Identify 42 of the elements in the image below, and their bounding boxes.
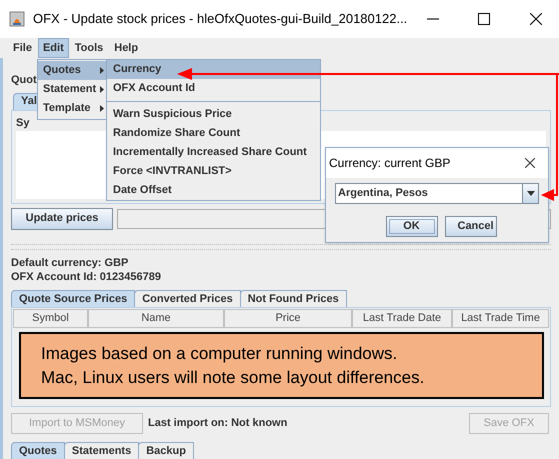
menu-item[interactable]: Force <INVTRANLIST>	[107, 162, 320, 181]
submenu-arrow-icon	[100, 105, 104, 112]
last-import-text: Last import on: Not known	[148, 416, 288, 432]
window-title: OFX - Update stock prices - hleOfxQuotes-gui-Build_20180122...	[33, 10, 408, 28]
menu-item[interactable]: Currency	[107, 60, 320, 79]
menu-item[interactable]: Edit	[38, 38, 69, 58]
submenu-arrow-icon	[100, 86, 104, 93]
note-text: Images based on a computer running windows. Mac, Linux users will note some layout differences.	[41, 342, 426, 388]
info-text: Default currency: GBP	[11, 256, 130, 270]
column-header[interactable]: Price	[224, 309, 352, 328]
panel-heading: Quot	[11, 73, 37, 88]
menu-item[interactable]: Randomize Share Count	[107, 124, 320, 143]
menu-item[interactable]: Help	[109, 38, 144, 58]
dialog-button[interactable]: Cancel	[444, 216, 496, 237]
close-icon[interactable]	[530, 13, 542, 25]
dropdown-arrow-icon	[526, 191, 534, 196]
tab[interactable]: Quotes	[11, 442, 65, 459]
group-label: Sy	[16, 116, 30, 130]
column-header[interactable]: Name	[88, 309, 224, 328]
dialog-title: Currency: current GBP	[329, 155, 450, 172]
close-icon[interactable]	[525, 158, 535, 168]
tab[interactable]: Not Found Prices	[240, 290, 347, 307]
tab[interactable]: Backup	[138, 442, 194, 459]
menu-item[interactable]: Warn Suspicious Price	[107, 105, 320, 124]
submenu-arrow-icon	[100, 67, 104, 74]
menu-item[interactable]: Quotes	[38, 61, 106, 80]
column-header[interactable]: Symbol	[13, 309, 88, 328]
currency-combo-box[interactable]: Argentina, Pesos	[335, 183, 539, 204]
column-header[interactable]: Last Trade Time	[452, 309, 549, 328]
dialog-button[interactable]: OK	[386, 216, 438, 237]
menu-item[interactable]: Incrementally Increased Share Count	[107, 143, 320, 162]
maximize-icon[interactable]	[478, 13, 490, 25]
tab[interactable]: Quote Source Prices	[11, 290, 136, 307]
menu-item[interactable]: File	[8, 38, 37, 58]
menu-item[interactable]: Date Offset	[107, 181, 320, 200]
app-icon	[9, 11, 25, 27]
update-prices-button[interactable]: Update prices	[11, 208, 113, 230]
menu-item[interactable]: OFX Account Id	[107, 79, 320, 98]
menu-item[interactable]: Tools	[70, 38, 108, 58]
column-header[interactable]: Last Trade Date	[352, 309, 452, 328]
combo-value: Argentina, Pesos	[337, 186, 429, 202]
info-text: OFX Account Id: 0123456789	[11, 270, 162, 284]
